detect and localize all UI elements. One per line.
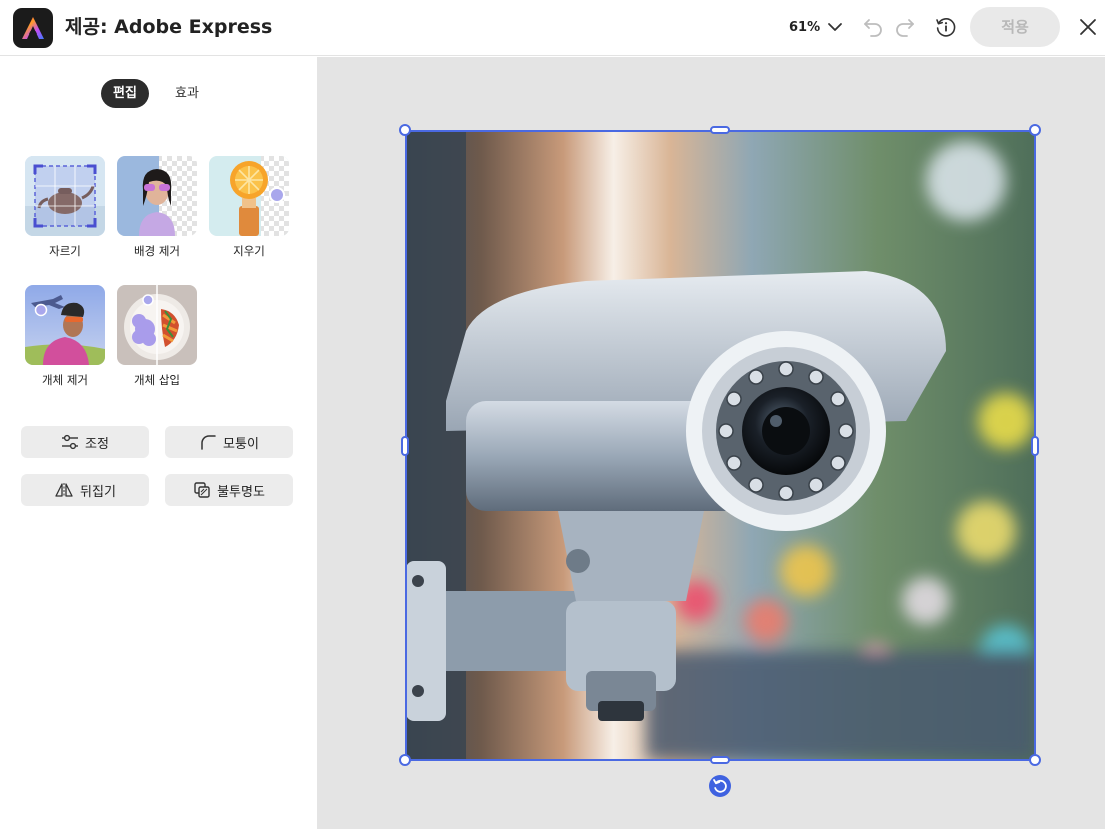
resize-handle-bottom[interactable]	[710, 756, 730, 764]
resize-handle-left[interactable]	[401, 436, 409, 456]
version-info-icon[interactable]	[934, 15, 958, 39]
flip-button[interactable]: 뒤집기	[21, 474, 149, 506]
tool-label: 배경 제거	[134, 244, 180, 258]
rotate-handle[interactable]	[709, 775, 731, 797]
tool-insert-object[interactable]: 개체 삽입	[117, 285, 197, 388]
sliders-icon	[62, 434, 79, 450]
corner-radius-label: 모퉁이	[223, 436, 259, 452]
app-title: 제공: Adobe Express	[65, 16, 273, 38]
tool-label: 자르기	[49, 244, 81, 258]
corner-radius-icon	[201, 435, 216, 450]
tab-effects[interactable]: 효과	[163, 79, 211, 108]
close-icon[interactable]	[1077, 16, 1099, 38]
remove-object-icon	[25, 285, 105, 365]
resize-handle-top[interactable]	[710, 126, 730, 134]
edit-panel: 편집 효과 자르기 배경 제거 지우기 개체 제거 개체 삽입 조정 모퉁이 뒤…	[0, 57, 317, 829]
flip-icon	[55, 483, 73, 497]
tab-edit[interactable]: 편집	[101, 79, 149, 108]
resize-handle-right[interactable]	[1031, 436, 1039, 456]
resize-handle-top-right[interactable]	[1029, 124, 1041, 136]
zoom-level[interactable]: 61%	[789, 18, 820, 38]
tool-crop[interactable]: 자르기	[25, 156, 105, 259]
tool-erase[interactable]: 지우기	[209, 156, 289, 259]
tool-label: 지우기	[233, 244, 265, 258]
tool-remove-object[interactable]: 개체 제거	[25, 285, 105, 388]
opacity-button[interactable]: 불투명도	[165, 474, 293, 506]
adjust-button[interactable]: 조정	[21, 426, 149, 458]
chevron-down-icon[interactable]	[826, 18, 844, 36]
resize-handle-top-left[interactable]	[399, 124, 411, 136]
security-camera-photo[interactable]	[406, 131, 1035, 760]
redo-icon[interactable]	[894, 15, 916, 37]
flip-label: 뒤집기	[80, 484, 116, 500]
opacity-label: 불투명도	[217, 484, 265, 500]
opacity-icon	[194, 482, 210, 498]
corner-radius-button[interactable]: 모퉁이	[165, 426, 293, 458]
tool-remove-background[interactable]: 배경 제거	[117, 156, 197, 259]
tool-label: 개체 삽입	[134, 373, 180, 387]
canvas-area	[317, 57, 1105, 829]
remove-background-icon	[117, 156, 197, 236]
erase-icon	[209, 156, 289, 236]
insert-object-icon	[117, 285, 197, 365]
adobe-express-logo-icon	[22, 17, 44, 39]
resize-handle-bottom-left[interactable]	[399, 754, 411, 766]
resize-handle-bottom-right[interactable]	[1029, 754, 1041, 766]
apply-button[interactable]: 적용	[970, 7, 1060, 47]
adobe-express-logo	[13, 8, 53, 48]
adjust-label: 조정	[85, 436, 109, 452]
tool-label: 개체 제거	[42, 373, 88, 387]
top-bar: 제공: Adobe Express 61% 적용	[0, 0, 1105, 56]
undo-icon[interactable]	[862, 15, 884, 37]
rotate-icon	[713, 779, 727, 793]
crop-icon	[25, 156, 105, 236]
